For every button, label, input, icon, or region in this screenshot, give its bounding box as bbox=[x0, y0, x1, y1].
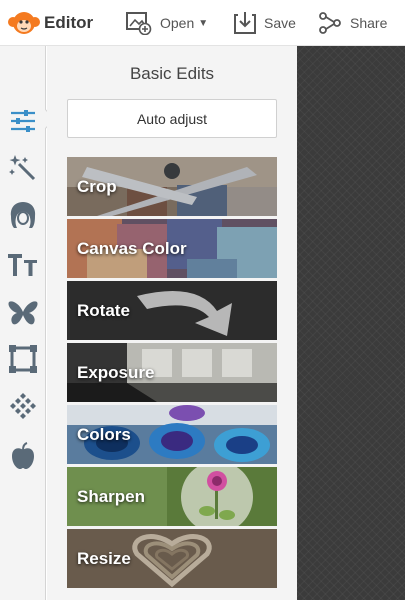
hair-icon bbox=[10, 202, 36, 228]
butterfly-icon bbox=[8, 301, 38, 325]
save-button[interactable]: Save bbox=[234, 8, 296, 38]
edit-item-label: Colors bbox=[77, 424, 131, 444]
edit-item-label: Rotate bbox=[77, 300, 130, 320]
edit-item-rotate[interactable]: Rotate bbox=[67, 281, 277, 340]
top-bar: Editor Open ▼ Save Share bbox=[0, 0, 405, 46]
tool-textures[interactable] bbox=[6, 390, 40, 424]
open-button[interactable]: Open ▼ bbox=[126, 8, 208, 38]
share-label: Share bbox=[350, 15, 388, 31]
frame-icon bbox=[9, 345, 37, 373]
texture-icon bbox=[10, 393, 36, 419]
text-icon bbox=[8, 254, 37, 276]
monkey-logo-icon bbox=[8, 12, 40, 34]
tool-text[interactable] bbox=[6, 248, 40, 282]
sliders-icon bbox=[11, 110, 35, 132]
brand-name: Editor bbox=[44, 13, 94, 32]
edit-item-label: Exposure bbox=[77, 362, 155, 382]
open-label: Open bbox=[160, 15, 195, 31]
image-add-icon bbox=[126, 12, 152, 35]
edit-item-resize[interactable]: Resize bbox=[67, 529, 277, 588]
magic-wand-icon bbox=[9, 155, 36, 181]
chevron-down-icon: ▼ bbox=[198, 17, 209, 29]
edit-item-exposure[interactable]: Exposure bbox=[67, 343, 277, 402]
tool-seasonal[interactable] bbox=[6, 439, 40, 473]
download-icon bbox=[234, 12, 256, 34]
tool-overlays[interactable] bbox=[6, 296, 40, 330]
edit-item-label: Canvas Color bbox=[77, 238, 187, 258]
canvas-area[interactable] bbox=[297, 46, 405, 600]
brand[interactable]: Editor bbox=[8, 8, 93, 38]
tool-effects[interactable] bbox=[6, 151, 40, 185]
auto-adjust-button[interactable]: Auto adjust bbox=[67, 99, 277, 138]
edit-item-label: Crop bbox=[77, 176, 117, 196]
edit-item-colors[interactable]: Colors bbox=[67, 405, 277, 464]
tool-touch-up[interactable] bbox=[6, 198, 40, 232]
share-button[interactable]: Share bbox=[318, 8, 387, 38]
edit-item-label: Resize bbox=[77, 548, 131, 568]
tool-frames[interactable] bbox=[6, 342, 40, 376]
edit-item-label: Sharpen bbox=[77, 486, 146, 506]
edit-item-sharpen[interactable]: Sharpen bbox=[67, 467, 277, 526]
basic-edits-panel: Basic Edits Auto adjust Crop Canvas Colo… bbox=[47, 46, 297, 600]
share-icon bbox=[319, 12, 341, 34]
tool-basic-edits[interactable] bbox=[6, 104, 40, 138]
apple-icon bbox=[12, 442, 34, 469]
tool-rail bbox=[0, 46, 46, 600]
save-label: Save bbox=[264, 15, 296, 31]
panel-title: Basic Edits bbox=[129, 64, 215, 83]
edit-item-crop[interactable]: Crop bbox=[67, 157, 277, 216]
edit-item-canvas-color[interactable]: Canvas Color bbox=[67, 219, 277, 278]
